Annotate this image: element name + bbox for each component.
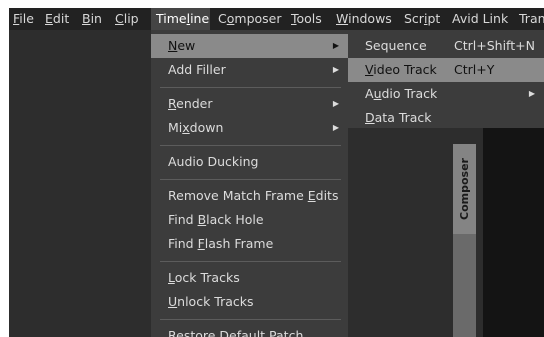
submenu-arrow-icon: ▶ — [332, 41, 339, 50]
menu-clip[interactable]: Clip — [115, 8, 139, 30]
menu-item-video-track[interactable]: Video Track Ctrl+Y — [348, 58, 544, 82]
menu-separator — [160, 319, 341, 320]
menu-item-restore-default-patch[interactable]: Restore Default Patch — [151, 324, 348, 337]
menu-edit[interactable]: Edit — [45, 8, 69, 30]
timeline-menu: New ▶ Add Filler ▶ Render ▶ Mixdown ▶ Au… — [151, 30, 348, 337]
menu-item-unlock-tracks[interactable]: Unlock Tracks — [151, 290, 348, 314]
menu-bin[interactable]: Bin — [82, 8, 102, 30]
composer-tab[interactable]: Composer — [453, 144, 476, 337]
submenu-arrow-icon: ▶ — [528, 89, 535, 98]
media-composer-window: File Edit Bin Clip Timeline Composer Too… — [9, 8, 544, 337]
menu-item-audio-track[interactable]: Audio Track ▶ — [348, 82, 544, 106]
menu-item-sequence[interactable]: Sequence Ctrl+Shift+N — [348, 34, 544, 58]
menu-item-remove-match-frame-edits[interactable]: Remove Match Frame Edits — [151, 184, 348, 208]
menu-composer[interactable]: Composer — [218, 8, 282, 30]
menu-separator — [160, 261, 341, 262]
menu-item-mixdown[interactable]: Mixdown ▶ — [151, 116, 348, 140]
new-submenu: Sequence Ctrl+Shift+N Video Track Ctrl+Y… — [348, 30, 544, 128]
menu-separator — [160, 179, 341, 180]
menu-item-lock-tracks[interactable]: Lock Tracks — [151, 266, 348, 290]
menu-tran[interactable]: Tran — [519, 8, 544, 30]
composer-tab-header: Composer — [453, 144, 476, 234]
menu-item-audio-ducking[interactable]: Audio Ducking — [151, 150, 348, 174]
menu-item-new[interactable]: New ▶ — [151, 34, 348, 58]
menu-item-add-filler[interactable]: Add Filler ▶ — [151, 58, 348, 82]
menu-tools[interactable]: Tools — [291, 8, 322, 30]
menu-avid-link[interactable]: Avid Link — [452, 8, 508, 30]
composer-tab-label: Composer — [458, 158, 471, 220]
menu-item-render[interactable]: Render ▶ — [151, 92, 348, 116]
submenu-arrow-icon: ▶ — [332, 65, 339, 74]
menu-separator — [160, 145, 341, 146]
menu-bar: File Edit Bin Clip Timeline Composer Too… — [9, 8, 544, 30]
dark-panel — [483, 127, 544, 337]
submenu-arrow-icon: ▶ — [332, 123, 339, 132]
menu-separator — [160, 87, 341, 88]
menu-item-find-flash-frame[interactable]: Find Flash Frame — [151, 232, 348, 256]
menu-script[interactable]: Script — [404, 8, 440, 30]
menu-windows[interactable]: Windows — [336, 8, 392, 30]
menu-file[interactable]: File — [13, 8, 34, 30]
menu-timeline[interactable]: Timeline — [151, 8, 210, 30]
menu-item-data-track[interactable]: Data Track — [348, 106, 544, 130]
menu-item-find-black-hole[interactable]: Find Black Hole — [151, 208, 348, 232]
submenu-arrow-icon: ▶ — [332, 99, 339, 108]
